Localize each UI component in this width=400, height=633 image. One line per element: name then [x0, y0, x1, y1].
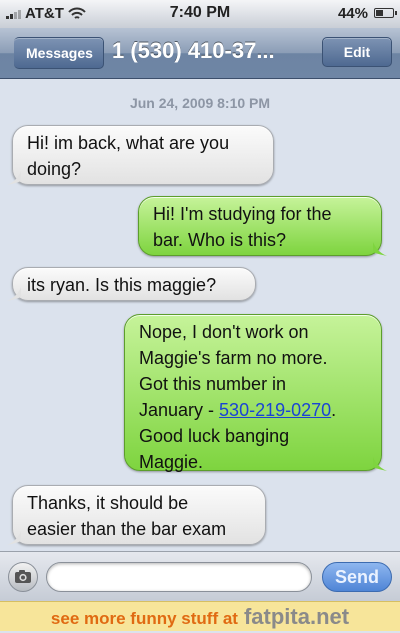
message-bubble-outgoing[interactable]: Hi! I'm studying for the bar. Who is thi…	[138, 196, 387, 256]
message-line: its ryan. Is this maggie?	[27, 275, 217, 295]
message-line: easier than the bar exam	[27, 519, 227, 539]
camera-icon	[15, 570, 31, 583]
message-line: Hi! im back, what are you	[27, 133, 230, 153]
promo-text: see more funny stuff at	[50, 609, 238, 628]
edit-button[interactable]: Edit	[322, 37, 392, 67]
phone-number-link[interactable]: 530-219-0270	[219, 400, 331, 420]
message-bubble-incoming[interactable]: Hi! im back, what are you doing?	[7, 125, 274, 185]
message-line: Got this number in	[139, 374, 287, 394]
message-line: Good luck banging	[139, 426, 290, 446]
brand-logo: fatpita.net	[243, 604, 350, 629]
message-line: Maggie's farm no more.	[139, 348, 328, 368]
back-button-label: Messages	[26, 45, 93, 61]
message-line: Thanks, it should be	[27, 493, 189, 513]
message-bubble-outgoing[interactable]: Nope, I don't work on Maggie's farm no m…	[124, 314, 387, 472]
nav-bar: Messages 1 (530) 410-37... Edit	[0, 28, 400, 79]
message-timestamp: Jun 24, 2009 8:10 PM	[129, 95, 271, 111]
message-text: .	[331, 400, 337, 420]
message-line: Maggie.	[139, 452, 204, 472]
camera-button[interactable]	[8, 562, 38, 592]
message-bubble-incoming[interactable]: its ryan. Is this maggie?	[7, 267, 256, 301]
message-line-with-link: January - 530-219-0270.	[139, 397, 367, 423]
status-bar: AT&T 7:40 PM 44%	[0, 0, 400, 29]
messages-back-button[interactable]: Messages	[14, 37, 104, 69]
battery-percent: 44%	[337, 5, 368, 22]
message-line: Hi! I'm studying for the	[153, 204, 332, 224]
conversation-thread[interactable]: Jun 24, 2009 8:10 PM Hi! im back, what a…	[0, 79, 400, 551]
compose-bar: Send	[0, 551, 400, 602]
message-line: Nope, I don't work on	[139, 322, 309, 342]
send-button[interactable]: Send	[322, 562, 392, 592]
conversation-title: 1 (530) 410-37...	[112, 38, 275, 63]
battery-icon	[374, 8, 397, 18]
promo-banner: see more funny stuff at fatpita.net	[0, 601, 400, 631]
message-input[interactable]	[46, 562, 312, 592]
message-line: doing?	[27, 159, 82, 179]
message-bubble-incoming[interactable]: Thanks, it should be easier than the bar…	[7, 485, 266, 545]
message-line: bar. Who is this?	[153, 230, 287, 250]
message-text: January -	[139, 400, 220, 420]
